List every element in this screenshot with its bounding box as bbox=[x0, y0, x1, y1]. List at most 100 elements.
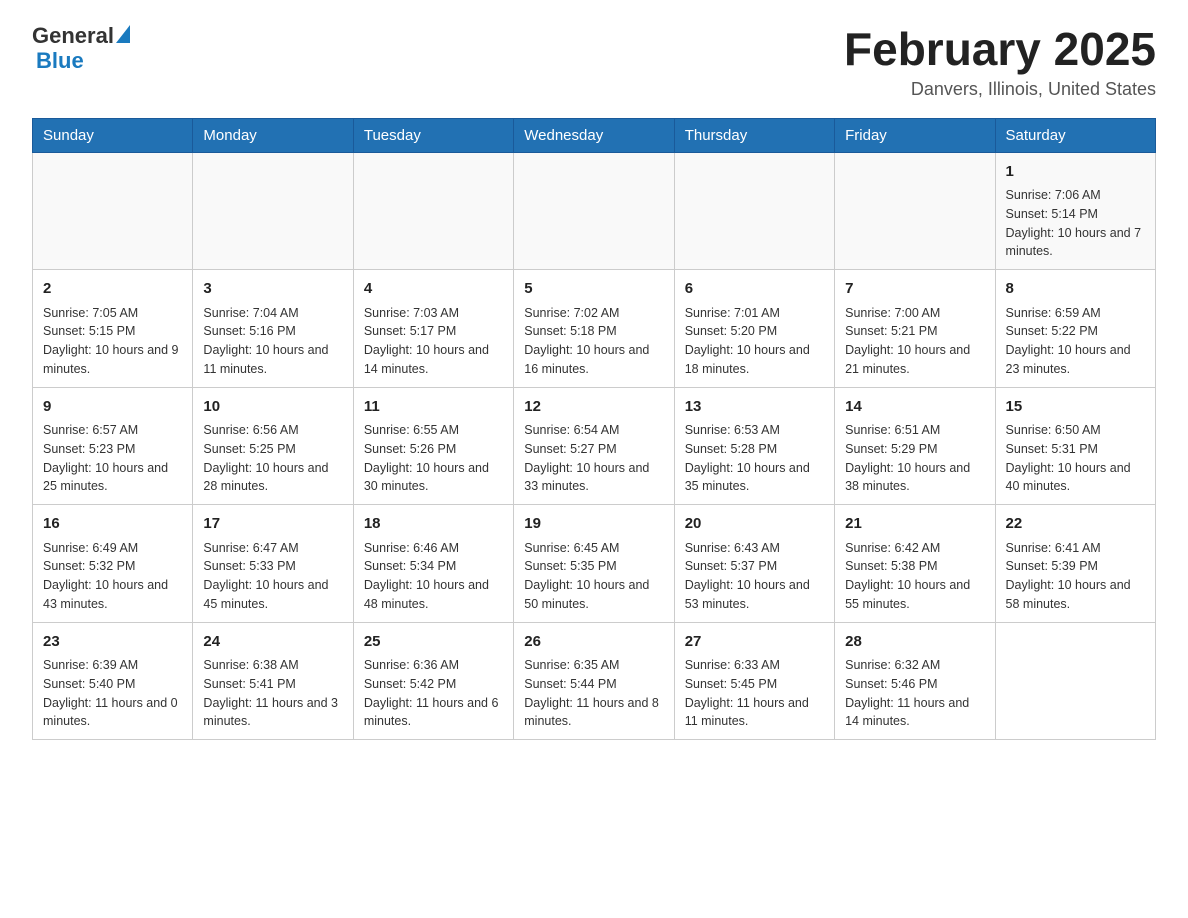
day-number: 1 bbox=[1006, 161, 1145, 184]
day-number: 7 bbox=[845, 278, 984, 301]
day-number: 12 bbox=[524, 396, 663, 419]
calendar-cell: 2 Sunrise: 7:05 AMSunset: 5:15 PMDaylight… bbox=[33, 270, 193, 388]
calendar-cell: 19 Sunrise: 6:45 AMSunset: 5:35 PMDayligh… bbox=[514, 505, 674, 623]
calendar-cell bbox=[193, 152, 353, 270]
day-info: Sunrise: 6:55 AMSunset: 5:26 PMDaylight:… bbox=[364, 421, 503, 496]
calendar-cell: 7 Sunrise: 7:00 AMSunset: 5:21 PMDaylight… bbox=[835, 270, 995, 388]
day-info: Sunrise: 6:43 AMSunset: 5:37 PMDaylight:… bbox=[685, 539, 824, 614]
logo: General Blue bbox=[32, 24, 132, 74]
calendar-cell: 16 Sunrise: 6:49 AMSunset: 5:32 PMDayligh… bbox=[33, 505, 193, 623]
day-number: 2 bbox=[43, 278, 182, 301]
day-number: 26 bbox=[524, 631, 663, 654]
calendar-cell bbox=[514, 152, 674, 270]
calendar-cell: 22Sunrise: 6:41 AMSunset: 5:39 PMDayligh… bbox=[995, 505, 1155, 623]
calendar-cell bbox=[835, 152, 995, 270]
page-header: General Blue February 2025 Danvers, Illi… bbox=[32, 24, 1156, 100]
calendar-cell: 9Sunrise: 6:57 AMSunset: 5:23 PMDaylight… bbox=[33, 387, 193, 505]
logo-general-text: General bbox=[32, 24, 114, 48]
day-number: 5 bbox=[524, 278, 663, 301]
day-number: 24 bbox=[203, 631, 342, 654]
calendar-cell: 27Sunrise: 6:33 AMSunset: 5:45 PMDayligh… bbox=[674, 622, 834, 740]
calendar-cell: 23Sunrise: 6:39 AMSunset: 5:40 PMDayligh… bbox=[33, 622, 193, 740]
day-number: 15 bbox=[1006, 396, 1145, 419]
calendar-cell: 11Sunrise: 6:55 AMSunset: 5:26 PMDayligh… bbox=[353, 387, 513, 505]
day-number: 19 bbox=[524, 513, 663, 536]
calendar-cell: 6 Sunrise: 7:01 AMSunset: 5:20 PMDaylight… bbox=[674, 270, 834, 388]
calendar-cell: 10Sunrise: 6:56 AMSunset: 5:25 PMDayligh… bbox=[193, 387, 353, 505]
calendar-cell: 13Sunrise: 6:53 AMSunset: 5:28 PMDayligh… bbox=[674, 387, 834, 505]
calendar-cell bbox=[674, 152, 834, 270]
day-info: Sunrise: 6:45 AMSunset: 5:35 PMDaylight:… bbox=[524, 539, 663, 614]
day-number: 14 bbox=[845, 396, 984, 419]
day-info: Sunrise: 6:53 AMSunset: 5:28 PMDaylight:… bbox=[685, 421, 824, 496]
day-number: 22 bbox=[1006, 513, 1145, 536]
day-info: Sunrise: 6:51 AMSunset: 5:29 PMDaylight:… bbox=[845, 421, 984, 496]
header-sunday: Sunday bbox=[33, 118, 193, 152]
month-title: February 2025 bbox=[844, 24, 1156, 75]
day-info: Sunrise: 6:42 AMSunset: 5:38 PMDaylight:… bbox=[845, 539, 984, 614]
calendar-week-row: 23Sunrise: 6:39 AMSunset: 5:40 PMDayligh… bbox=[33, 622, 1156, 740]
day-info: Sunrise: 6:46 AMSunset: 5:34 PMDaylight:… bbox=[364, 539, 503, 614]
day-number: 16 bbox=[43, 513, 182, 536]
day-info: Sunrise: 6:38 AMSunset: 5:41 PMDaylight:… bbox=[203, 656, 342, 731]
calendar-cell bbox=[33, 152, 193, 270]
logo-triangle-icon bbox=[116, 25, 130, 43]
calendar-cell: 12Sunrise: 6:54 AMSunset: 5:27 PMDayligh… bbox=[514, 387, 674, 505]
day-info: Sunrise: 7:02 AMSunset: 5:18 PMDaylight:… bbox=[524, 304, 663, 379]
logo-blue-text: Blue bbox=[36, 48, 84, 73]
location-subtitle: Danvers, Illinois, United States bbox=[844, 79, 1156, 100]
day-info: Sunrise: 6:36 AMSunset: 5:42 PMDaylight:… bbox=[364, 656, 503, 731]
header-tuesday: Tuesday bbox=[353, 118, 513, 152]
day-info: Sunrise: 7:05 AMSunset: 5:15 PMDaylight:… bbox=[43, 304, 182, 379]
day-number: 4 bbox=[364, 278, 503, 301]
calendar-cell: 24Sunrise: 6:38 AMSunset: 5:41 PMDayligh… bbox=[193, 622, 353, 740]
header-friday: Friday bbox=[835, 118, 995, 152]
header-saturday: Saturday bbox=[995, 118, 1155, 152]
day-info: Sunrise: 7:03 AMSunset: 5:17 PMDaylight:… bbox=[364, 304, 503, 379]
day-number: 6 bbox=[685, 278, 824, 301]
day-number: 13 bbox=[685, 396, 824, 419]
calendar-cell: 26Sunrise: 6:35 AMSunset: 5:44 PMDayligh… bbox=[514, 622, 674, 740]
calendar-header-row: SundayMondayTuesdayWednesdayThursdayFrid… bbox=[33, 118, 1156, 152]
day-number: 3 bbox=[203, 278, 342, 301]
day-number: 8 bbox=[1006, 278, 1145, 301]
day-info: Sunrise: 6:47 AMSunset: 5:33 PMDaylight:… bbox=[203, 539, 342, 614]
day-info: Sunrise: 6:56 AMSunset: 5:25 PMDaylight:… bbox=[203, 421, 342, 496]
calendar-cell: 17 Sunrise: 6:47 AMSunset: 5:33 PMDayligh… bbox=[193, 505, 353, 623]
day-info: Sunrise: 6:33 AMSunset: 5:45 PMDaylight:… bbox=[685, 656, 824, 731]
calendar-cell: 20Sunrise: 6:43 AMSunset: 5:37 PMDayligh… bbox=[674, 505, 834, 623]
day-info: Sunrise: 6:57 AMSunset: 5:23 PMDaylight:… bbox=[43, 421, 182, 496]
calendar-cell bbox=[353, 152, 513, 270]
calendar-week-row: 1Sunrise: 7:06 AMSunset: 5:14 PMDaylight… bbox=[33, 152, 1156, 270]
calendar-cell: 14Sunrise: 6:51 AMSunset: 5:29 PMDayligh… bbox=[835, 387, 995, 505]
day-number: 27 bbox=[685, 631, 824, 654]
day-number: 25 bbox=[364, 631, 503, 654]
day-number: 9 bbox=[43, 396, 182, 419]
day-info: Sunrise: 7:04 AMSunset: 5:16 PMDaylight:… bbox=[203, 304, 342, 379]
day-info: Sunrise: 6:35 AMSunset: 5:44 PMDaylight:… bbox=[524, 656, 663, 731]
day-info: Sunrise: 7:06 AMSunset: 5:14 PMDaylight:… bbox=[1006, 186, 1145, 261]
day-number: 28 bbox=[845, 631, 984, 654]
day-number: 10 bbox=[203, 396, 342, 419]
day-number: 21 bbox=[845, 513, 984, 536]
calendar-cell bbox=[995, 622, 1155, 740]
title-area: February 2025 Danvers, Illinois, United … bbox=[844, 24, 1156, 100]
day-number: 17 bbox=[203, 513, 342, 536]
calendar-cell: 1Sunrise: 7:06 AMSunset: 5:14 PMDaylight… bbox=[995, 152, 1155, 270]
calendar-cell: 28Sunrise: 6:32 AMSunset: 5:46 PMDayligh… bbox=[835, 622, 995, 740]
day-number: 23 bbox=[43, 631, 182, 654]
day-number: 11 bbox=[364, 396, 503, 419]
calendar-week-row: 16 Sunrise: 6:49 AMSunset: 5:32 PMDayligh… bbox=[33, 505, 1156, 623]
calendar-cell: 15Sunrise: 6:50 AMSunset: 5:31 PMDayligh… bbox=[995, 387, 1155, 505]
day-info: Sunrise: 6:49 AMSunset: 5:32 PMDaylight:… bbox=[43, 539, 182, 614]
day-info: Sunrise: 6:59 AMSunset: 5:22 PMDaylight:… bbox=[1006, 304, 1145, 379]
calendar-cell: 3 Sunrise: 7:04 AMSunset: 5:16 PMDaylight… bbox=[193, 270, 353, 388]
calendar-cell: 18Sunrise: 6:46 AMSunset: 5:34 PMDayligh… bbox=[353, 505, 513, 623]
header-monday: Monday bbox=[193, 118, 353, 152]
calendar-cell: 25Sunrise: 6:36 AMSunset: 5:42 PMDayligh… bbox=[353, 622, 513, 740]
day-info: Sunrise: 6:32 AMSunset: 5:46 PMDaylight:… bbox=[845, 656, 984, 731]
day-info: Sunrise: 7:01 AMSunset: 5:20 PMDaylight:… bbox=[685, 304, 824, 379]
day-info: Sunrise: 7:00 AMSunset: 5:21 PMDaylight:… bbox=[845, 304, 984, 379]
calendar-cell: 21 Sunrise: 6:42 AMSunset: 5:38 PMDayligh… bbox=[835, 505, 995, 623]
day-info: Sunrise: 6:39 AMSunset: 5:40 PMDaylight:… bbox=[43, 656, 182, 731]
